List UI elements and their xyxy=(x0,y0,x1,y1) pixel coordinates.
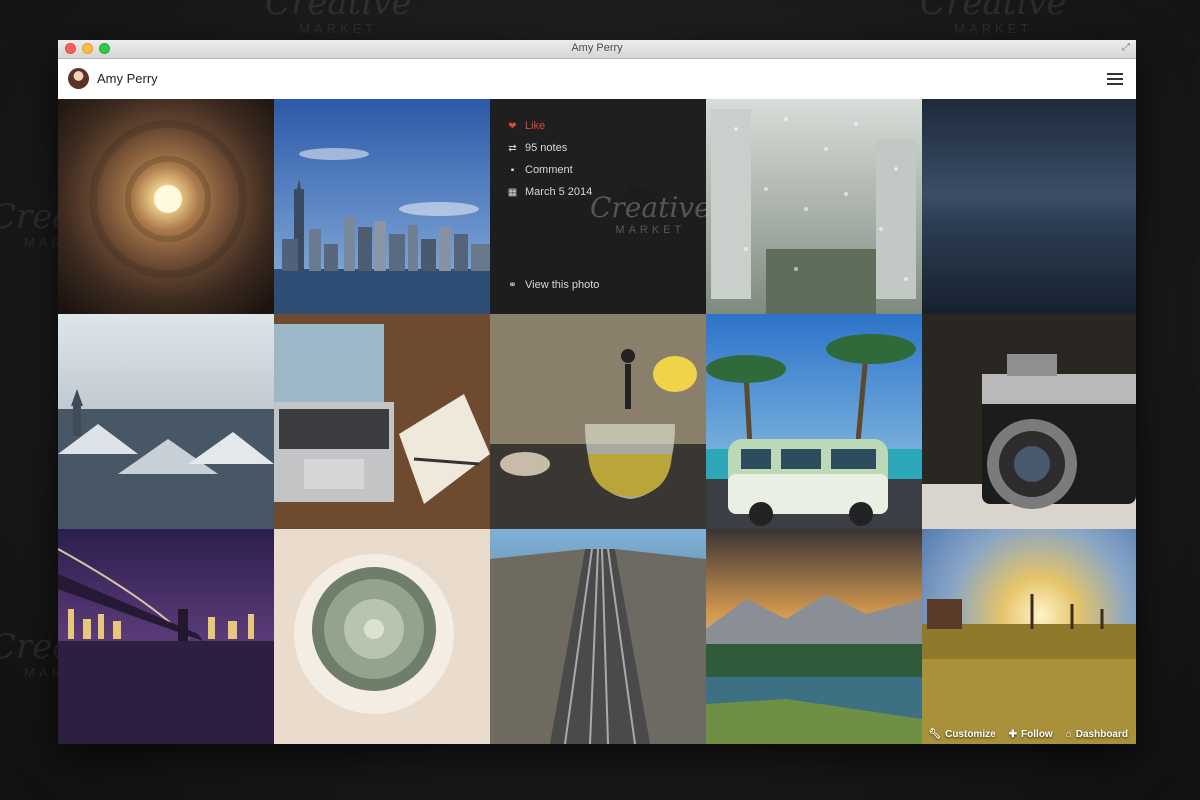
hamburger-menu-icon[interactable] xyxy=(1107,73,1123,85)
vintage-camera-photo xyxy=(922,314,1136,529)
like-action[interactable]: ❤ Like xyxy=(507,120,545,132)
rain-window-photo xyxy=(706,99,922,314)
like-label: Like xyxy=(525,120,546,132)
teapot-photo xyxy=(490,314,706,529)
browser-window: Amy Perry ⤢ Amy Perry ❤ Like ⇄ 95 notes … xyxy=(58,40,1136,744)
site-header: Amy Perry xyxy=(58,59,1136,100)
avatar[interactable] xyxy=(68,68,89,89)
heart-icon: ❤ xyxy=(508,120,517,132)
comment-icon: ▪ xyxy=(510,164,515,176)
photo-tile[interactable] xyxy=(706,529,922,744)
plus-icon: ✚ xyxy=(1008,729,1018,740)
fullscreen-icon[interactable]: ⤢ xyxy=(1122,42,1130,53)
view-photo-link[interactable]: ⚭ View this photo xyxy=(507,279,599,291)
wrench-icon: 🔧︎ xyxy=(928,729,942,740)
title-bar: Amy Perry ⤢ xyxy=(58,40,1136,59)
photo-tile[interactable] xyxy=(490,529,706,744)
date-label: March 5 2014 xyxy=(525,186,593,198)
watermark: CreativeMARKET xyxy=(920,0,1067,36)
watermark: CreativeMARKET xyxy=(590,191,706,236)
calendar-icon: ▦ xyxy=(507,186,518,198)
photo-tile[interactable] xyxy=(274,99,490,314)
photo-tile[interactable] xyxy=(706,99,922,314)
comment-label: Comment xyxy=(525,164,573,176)
misty-sea-photo xyxy=(922,99,1136,314)
tunnel-light-photo xyxy=(58,99,274,314)
photo-tile[interactable] xyxy=(922,314,1136,529)
post-date: ▦ March 5 2014 xyxy=(507,186,593,198)
watermark: CreativeMARKET xyxy=(265,0,412,36)
comment-action[interactable]: ▪ Comment xyxy=(507,164,573,176)
view-photo-label: View this photo xyxy=(525,279,600,291)
dashboard-label: Dashboard xyxy=(1075,729,1128,740)
photo-tile[interactable] xyxy=(58,99,274,314)
bridge-night-photo xyxy=(58,529,274,744)
reblog-icon: ⇄ xyxy=(508,142,517,154)
sunset-field-photo xyxy=(922,529,1136,744)
customize-label: Customize xyxy=(945,729,996,740)
follow-label: Follow xyxy=(1021,729,1053,740)
photo-tile[interactable] xyxy=(58,314,274,529)
railway-tracks-photo xyxy=(490,529,706,744)
customize-button[interactable]: 🔧︎ Customize xyxy=(928,729,995,740)
home-icon: ⌂ xyxy=(1065,729,1072,740)
link-icon: ⚭ xyxy=(508,279,517,291)
cactus-photo xyxy=(274,529,490,744)
photo-tile[interactable]: ❤ Like ⇄ 95 notes ▪ Comment ▦ March 5 20… xyxy=(490,99,706,314)
photo-tile[interactable] xyxy=(58,529,274,744)
photo-tile[interactable] xyxy=(706,314,922,529)
user-name[interactable]: Amy Perry xyxy=(97,71,158,86)
city-skyline-photo xyxy=(274,99,490,314)
photo-hover-overlay: ❤ Like ⇄ 95 notes ▪ Comment ▦ March 5 20… xyxy=(490,99,706,314)
photo-tile[interactable] xyxy=(274,529,490,744)
laptop-desk-photo xyxy=(274,314,490,529)
window-title: Amy Perry xyxy=(571,42,623,54)
photo-grid: ❤ Like ⇄ 95 notes ▪ Comment ▦ March 5 20… xyxy=(58,99,1136,744)
notes-link[interactable]: ⇄ 95 notes xyxy=(507,142,567,154)
mountain-lake-photo xyxy=(706,529,922,744)
follow-button[interactable]: ✚ Follow xyxy=(1009,729,1053,740)
blog-controls: 🔧︎ Customize ✚ Follow ⌂ Dashboard xyxy=(928,729,1128,740)
palm-van-photo xyxy=(706,314,922,529)
photo-tile[interactable] xyxy=(274,314,490,529)
snowy-rooftops-photo xyxy=(58,314,274,529)
notes-label: 95 notes xyxy=(525,142,568,154)
photo-tile[interactable]: 🔧︎ Customize ✚ Follow ⌂ Dashboard xyxy=(922,529,1136,744)
photo-tile[interactable] xyxy=(922,99,1136,314)
photo-tile[interactable] xyxy=(490,314,706,529)
dashboard-button[interactable]: ⌂ Dashboard xyxy=(1066,729,1128,740)
